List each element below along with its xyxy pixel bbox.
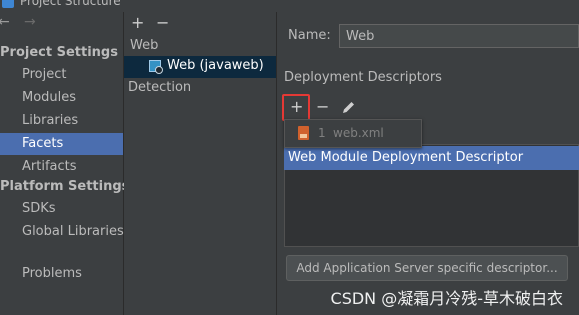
popup-item-web-xml[interactable]: web.xml <box>333 126 384 140</box>
facet-name-input[interactable] <box>339 24 579 48</box>
add-facet-button[interactable]: + <box>131 15 144 31</box>
pencil-icon[interactable] <box>341 100 356 115</box>
popup-item-number: 1 <box>318 126 326 140</box>
nav-item-sdks[interactable]: SDKs <box>0 198 123 220</box>
watermark-text: CSDN @凝霜月冷残-草木破白衣 <box>330 289 563 308</box>
nav-item-project[interactable]: Project <box>0 64 123 86</box>
add-server-descriptor-button[interactable]: Add Application Server specific descript… <box>286 255 568 281</box>
add-descriptor-highlight <box>282 94 310 121</box>
xml-file-icon <box>298 126 309 140</box>
forward-arrow-icon[interactable]: → <box>24 14 36 30</box>
platform-settings-header: Platform Settings <box>0 179 130 194</box>
name-label: Name: <box>288 28 331 43</box>
project-settings-header: Project Settings <box>0 45 118 60</box>
nav-item-modules[interactable]: Modules <box>0 87 123 109</box>
web-facet-icon <box>149 60 163 74</box>
add-descriptor-popup: 1 web.xml <box>284 119 422 148</box>
tree-item-detection[interactable]: Detection <box>128 80 191 95</box>
table-row-web-module-descriptor[interactable]: Web Module Deployment Descriptor <box>284 146 579 170</box>
web-facet-label: Web (javaweb) <box>167 58 264 73</box>
nav-item-problems[interactable]: Problems <box>0 263 123 285</box>
window-title: Project Structure <box>20 0 121 8</box>
nav-item-artifacts[interactable]: Artifacts <box>0 156 123 178</box>
back-arrow-icon[interactable]: ← <box>0 14 10 30</box>
window-title-bar: Project Structure <box>0 0 579 12</box>
tree-item-web-javaweb[interactable]: Web (javaweb) <box>124 56 276 78</box>
tree-group-web[interactable]: Web <box>130 38 158 53</box>
remove-descriptor-button[interactable]: − <box>316 99 329 115</box>
nav-item-global-libraries[interactable]: Global Libraries <box>0 221 124 243</box>
deployment-descriptors-title: Deployment Descriptors <box>284 70 442 85</box>
app-icon <box>2 0 14 8</box>
nav-item-libraries[interactable]: Libraries <box>0 110 123 132</box>
nav-item-facets[interactable]: Facets <box>0 133 123 155</box>
remove-facet-button[interactable]: − <box>156 15 169 31</box>
